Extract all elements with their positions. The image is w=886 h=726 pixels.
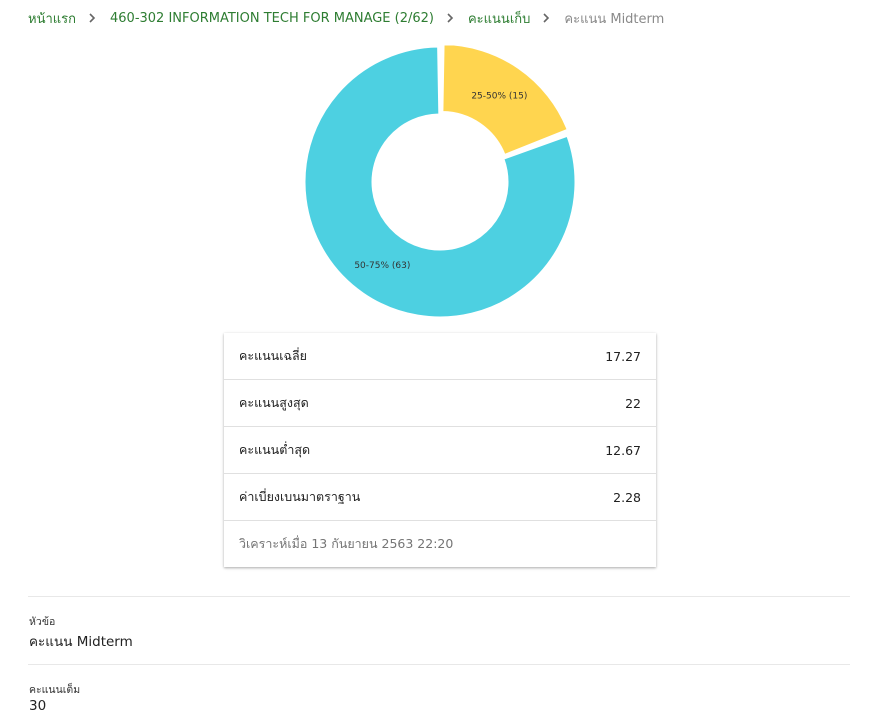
stat-label: คะแนนสูงสุด xyxy=(239,395,309,410)
stat-row-min: คะแนนต่ำสุด 12.67 xyxy=(224,427,656,474)
analyzed-timestamp-text: วิเคราะห์เมื่อ 13 กันยายน 2563 22:20 xyxy=(239,536,454,551)
divider xyxy=(28,664,850,665)
breadcrumb-scores-link[interactable]: คะแนนเก็บ xyxy=(468,8,530,29)
topic-value: คะแนน Midterm xyxy=(29,634,133,650)
chevron-right-icon xyxy=(530,8,564,28)
breadcrumb-home-link[interactable]: หน้าแรก xyxy=(28,8,76,29)
stat-value: 22 xyxy=(625,395,641,411)
breadcrumb-course-link[interactable]: 460-302 INFORMATION TECH FOR MANAGE (2/6… xyxy=(110,11,434,26)
topic-label: หัวข้อ xyxy=(29,616,56,628)
stat-value: 17.27 xyxy=(605,348,641,364)
full-score-label: คะแนนเต็ม xyxy=(29,684,81,696)
donut-slice-label: 25-50% (15) xyxy=(471,91,527,101)
score-distribution-chart: 25-50% (15) 50-75% (63) xyxy=(303,45,577,319)
divider xyxy=(28,596,850,597)
stat-row-mean: คะแนนเฉลี่ย 17.27 xyxy=(224,333,656,380)
stat-row-stddev: ค่าเบี่ยงเบนมาตราฐาน 2.28 xyxy=(224,474,656,521)
stat-label: คะแนนต่ำสุด xyxy=(239,442,311,457)
stat-value: 12.67 xyxy=(605,442,641,458)
chevron-right-icon xyxy=(76,8,110,28)
stat-label: ค่าเบี่ยงเบนมาตราฐาน xyxy=(239,489,361,504)
stat-row-max: คะแนนสูงสุด 22 xyxy=(224,380,656,427)
breadcrumb-current: คะแนน Midterm xyxy=(564,11,665,27)
analyzed-timestamp: วิเคราะห์เมื่อ 13 กันยายน 2563 22:20 xyxy=(224,521,656,567)
full-score-value: 30 xyxy=(29,698,47,714)
donut-slice-label: 50-75% (63) xyxy=(354,261,410,271)
donut-chart-svg: 25-50% (15) 50-75% (63) xyxy=(304,45,576,318)
chevron-right-icon xyxy=(434,8,468,28)
statistics-card: คะแนนเฉลี่ย 17.27 คะแนนสูงสุด 22 คะแนนต่… xyxy=(224,333,656,567)
stat-label: คะแนนเฉลี่ย xyxy=(239,348,307,363)
breadcrumb: หน้าแรก 460-302 INFORMATION TECH FOR MAN… xyxy=(28,8,664,28)
stat-value: 2.28 xyxy=(613,489,641,505)
